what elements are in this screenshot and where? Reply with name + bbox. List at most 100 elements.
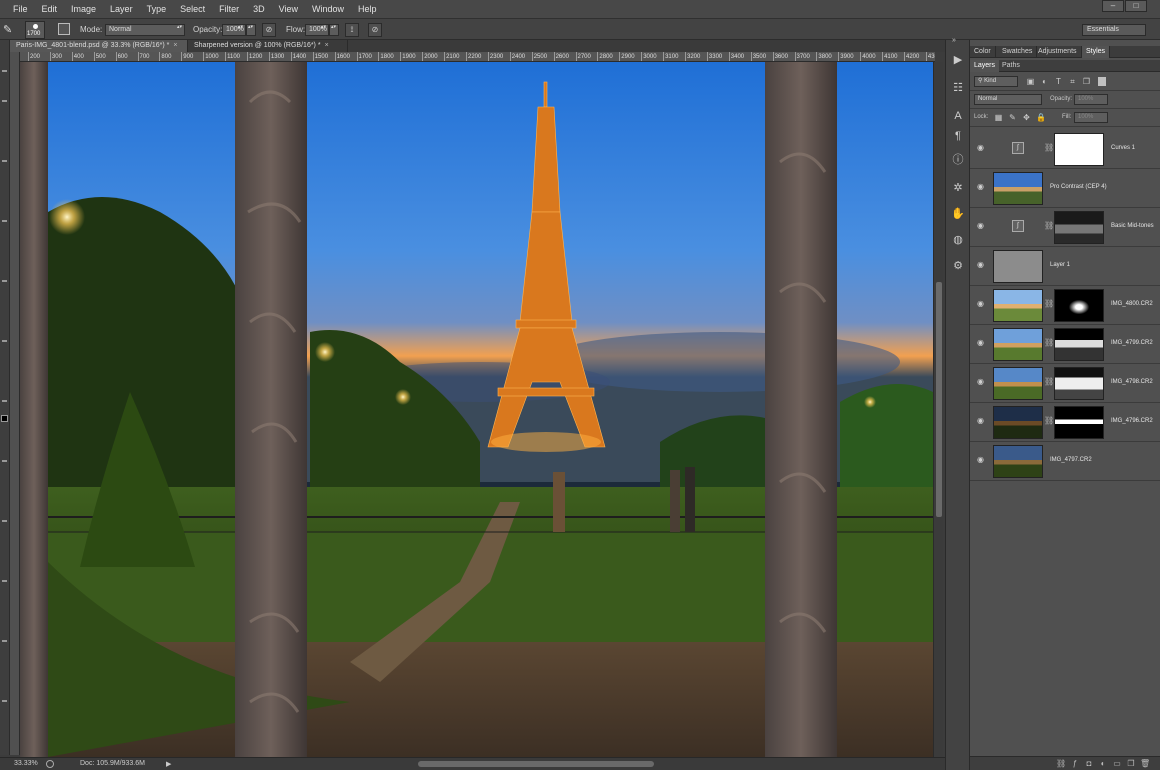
brush-tool-icon[interactable]: ✎: [3, 23, 12, 36]
mode-select[interactable]: Normal: [105, 24, 185, 36]
add-mask-icon[interactable]: ◘: [1084, 759, 1094, 769]
layer-curves-1[interactable]: ◉ ∫ ⛓ Curves 1: [970, 130, 1160, 169]
fill-input[interactable]: 100%: [1074, 112, 1108, 123]
flow-slider-toggle[interactable]: [329, 24, 339, 36]
visibility-eye-icon[interactable]: ◉: [977, 417, 987, 425]
blend-mode-select[interactable]: Normal: [974, 94, 1042, 105]
layer-img-4799[interactable]: ◉ ⛓ IMG_4799.CR2: [970, 325, 1160, 364]
link-layers-icon[interactable]: ⛓: [1056, 759, 1066, 769]
visibility-eye-icon[interactable]: ◉: [977, 378, 987, 386]
lock-pixels-icon[interactable]: ✎: [1008, 113, 1017, 122]
layer-img-4797[interactable]: ◉ IMG_4797.CR2: [970, 442, 1160, 481]
layer-opacity-input[interactable]: 100%: [1074, 94, 1108, 105]
layer-thumbnail[interactable]: [993, 445, 1043, 478]
opacity-input[interactable]: 100%: [222, 24, 246, 36]
link-icon[interactable]: ⛓: [1044, 299, 1054, 308]
menu-select[interactable]: Select: [173, 4, 212, 14]
document-canvas[interactable]: [20, 62, 933, 757]
filter-type-icon[interactable]: T: [1054, 77, 1063, 86]
menu-help[interactable]: Help: [351, 4, 384, 14]
tab-color[interactable]: Color: [970, 46, 996, 58]
history-icon[interactable]: ☷: [950, 80, 966, 96]
visibility-eye-icon[interactable]: ◉: [977, 222, 987, 230]
paragraph-icon[interactable]: ¶: [950, 128, 966, 144]
horizontal-scroll-thumb[interactable]: [418, 761, 654, 767]
layer-img-4800[interactable]: ◉ ⛓ IMG_4800.CR2: [970, 286, 1160, 325]
tab-styles[interactable]: Styles: [1082, 46, 1111, 58]
layer-thumbnail[interactable]: [993, 289, 1043, 322]
menu-filter[interactable]: Filter: [212, 4, 246, 14]
layer-img-4798[interactable]: ◉ ⛓ IMG_4798.CR2: [970, 364, 1160, 403]
pressure-size-icon[interactable]: ⊘: [368, 23, 382, 37]
menu-type[interactable]: Type: [140, 4, 174, 14]
link-icon[interactable]: ⛓: [1044, 338, 1054, 347]
layer-thumbnail[interactable]: [993, 406, 1043, 439]
close-tab-icon[interactable]: ×: [325, 42, 329, 49]
menu-edit[interactable]: Edit: [35, 4, 65, 14]
visibility-eye-icon[interactable]: ◉: [977, 183, 987, 191]
layer-mask-thumbnail[interactable]: [1054, 328, 1104, 361]
filter-toggle-icon[interactable]: [1098, 77, 1106, 86]
pressure-opacity-icon[interactable]: ⊘: [262, 23, 276, 37]
visibility-eye-icon[interactable]: ◉: [977, 456, 987, 464]
tab-swatches[interactable]: Swatches: [998, 46, 1038, 58]
menu-3d[interactable]: 3D: [246, 4, 272, 14]
layer-thumbnail[interactable]: [993, 250, 1043, 283]
vertical-scrollbar[interactable]: [933, 62, 943, 757]
status-arrow-icon[interactable]: ▶: [166, 760, 171, 768]
lock-position-icon[interactable]: ✥: [1022, 113, 1031, 122]
delete-layer-icon[interactable]: 🗑: [1140, 759, 1150, 769]
character-icon[interactable]: A: [950, 108, 966, 124]
airbrush-icon[interactable]: ⟟: [345, 23, 359, 37]
layer-pro-contrast[interactable]: ◉ Pro Contrast (CEP 4): [970, 169, 1160, 208]
tab-layers[interactable]: Layers: [970, 60, 1000, 72]
collapse-dock-icon[interactable]: »: [952, 37, 956, 44]
workspace-select[interactable]: Essentials: [1082, 24, 1146, 36]
menu-window[interactable]: Window: [305, 4, 351, 14]
measurement-icon[interactable]: ⚙: [950, 258, 966, 274]
visibility-eye-icon[interactable]: ◉: [977, 261, 987, 269]
layer-mask-thumbnail[interactable]: [1054, 133, 1104, 166]
menu-layer[interactable]: Layer: [103, 4, 140, 14]
zoom-level[interactable]: 33.33%: [14, 760, 38, 767]
layer-mask-thumbnail[interactable]: [1054, 367, 1104, 400]
menu-view[interactable]: View: [272, 4, 305, 14]
brush-settings-icon[interactable]: ✲: [950, 180, 966, 196]
tab-paths[interactable]: Paths: [998, 60, 1024, 72]
play-actions-icon[interactable]: ▶: [950, 52, 966, 68]
layer-thumbnail[interactable]: [993, 328, 1043, 361]
brush-preset-picker[interactable]: 1700: [25, 21, 45, 39]
filter-pixel-icon[interactable]: ▣: [1026, 77, 1035, 86]
3d-icon[interactable]: ◍: [950, 232, 966, 248]
layer-thumbnail[interactable]: [993, 367, 1043, 400]
link-icon[interactable]: ⛓: [1044, 416, 1054, 425]
flow-input[interactable]: 100%: [305, 24, 329, 36]
layer-basic-mid-tones[interactable]: ◉ ∫ ⛓ Basic Mid-tones: [970, 208, 1160, 247]
menu-image[interactable]: Image: [64, 4, 103, 14]
menu-file[interactable]: File: [6, 4, 35, 14]
tab-sharpened-version[interactable]: Sharpened version @ 100% (RGB/16*) * ×: [188, 40, 348, 52]
filter-kind-select[interactable]: ⚲ Kind: [974, 76, 1018, 87]
tab-paris-blend[interactable]: Paris-IMG_4801-blend.psd @ 33.3% (RGB/16…: [10, 40, 188, 52]
opacity-slider-toggle[interactable]: [246, 24, 256, 36]
new-group-icon[interactable]: ▭: [1112, 759, 1122, 769]
link-icon[interactable]: ⛓: [1044, 143, 1054, 152]
lock-transparent-icon[interactable]: ▦: [994, 113, 1003, 122]
tab-adjustments[interactable]: Adjustments: [1034, 46, 1082, 58]
layer-layer-1[interactable]: ◉ Layer 1: [970, 247, 1160, 286]
status-info-icon[interactable]: [46, 760, 54, 768]
foreground-color-swatch[interactable]: [1, 415, 8, 422]
layer-style-icon[interactable]: ƒ: [1070, 759, 1080, 769]
scroll-thumb[interactable]: [936, 282, 942, 517]
lock-all-icon[interactable]: 🔒: [1036, 113, 1046, 122]
layer-thumbnail[interactable]: [993, 172, 1043, 205]
link-icon[interactable]: ⛓: [1044, 221, 1054, 230]
visibility-eye-icon[interactable]: ◉: [977, 144, 987, 152]
link-icon[interactable]: ⛓: [1044, 377, 1054, 386]
layer-mask-thumbnail[interactable]: [1054, 289, 1104, 322]
close-tab-icon[interactable]: ×: [173, 42, 177, 49]
visibility-eye-icon[interactable]: ◉: [977, 339, 987, 347]
filter-adjustment-icon[interactable]: ◐: [1040, 77, 1049, 86]
layer-img-4796[interactable]: ◉ ⛓ IMG_4796.CR2: [970, 403, 1160, 442]
layer-mask-thumbnail[interactable]: [1054, 406, 1104, 439]
